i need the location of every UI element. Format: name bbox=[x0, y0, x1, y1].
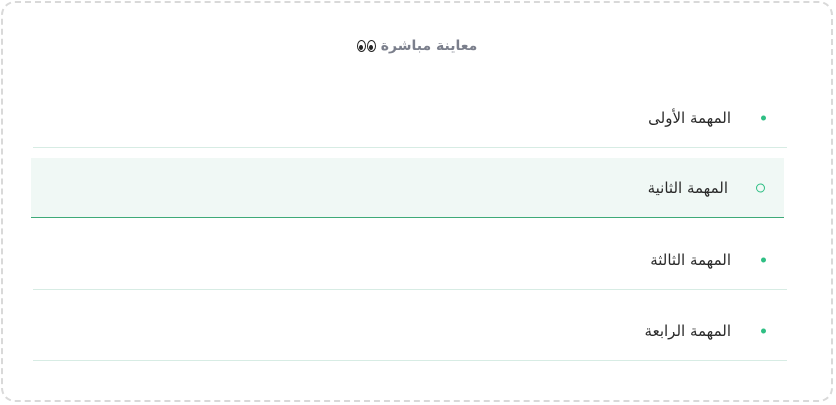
task-label: المهمة الثالثة bbox=[650, 250, 731, 269]
preview-title: معاينة مباشرة bbox=[380, 38, 478, 54]
bullet-dot-icon bbox=[761, 328, 766, 333]
preview-header: معاينة مباشرة bbox=[0, 38, 834, 54]
task-item-1[interactable]: المهمة الأولى bbox=[33, 88, 787, 148]
task-item-4[interactable]: المهمة الرابعة bbox=[33, 301, 787, 361]
task-label: المهمة الأولى bbox=[648, 108, 731, 127]
task-item-2-selected[interactable]: المهمة الثانية bbox=[31, 158, 784, 218]
task-label: المهمة الرابعة bbox=[644, 321, 731, 340]
bullet-dot-icon bbox=[761, 115, 766, 120]
bullet-dot-icon bbox=[761, 257, 766, 262]
task-item-3[interactable]: المهمة الثالثة bbox=[33, 230, 787, 290]
task-label: المهمة الثانية bbox=[647, 178, 728, 197]
eyes-icon bbox=[356, 40, 376, 52]
bullet-ring-icon bbox=[756, 183, 765, 192]
